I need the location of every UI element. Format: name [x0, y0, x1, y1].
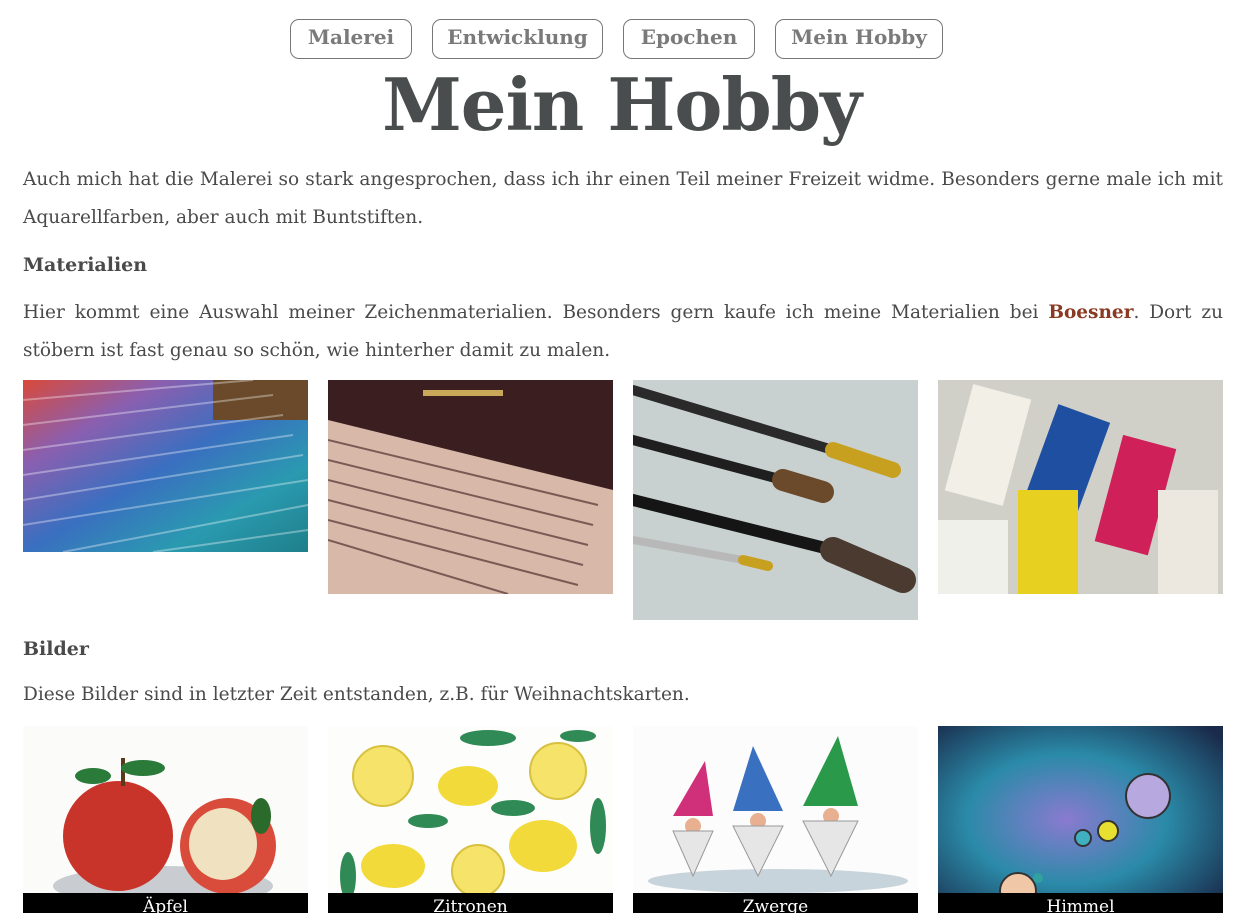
gallery-caption: Himmel — [938, 893, 1223, 913]
boesner-link[interactable]: Boesner — [1048, 302, 1133, 323]
nav-item-entwicklung[interactable]: Entwicklung — [432, 19, 603, 59]
gallery-item-himmel[interactable]: Himmel — [938, 726, 1223, 913]
nav-item-mein-hobby[interactable]: Mein Hobby — [775, 19, 943, 59]
nav-item-epochen[interactable]: Epochen — [623, 19, 755, 59]
page-title: Mein Hobby — [382, 62, 862, 147]
gallery-heading: Bilder — [23, 638, 89, 660]
sky-painting — [938, 726, 1223, 913]
pastel-pencils-photo — [328, 380, 613, 594]
colored-pencils-photo — [23, 380, 308, 552]
brushes-photo — [633, 380, 918, 620]
gallery-intro: Diese Bilder sind in letzter Zeit entsta… — [23, 676, 1223, 714]
materials-section: Hier kommt eine Auswahl meiner Zeichenma… — [23, 294, 1223, 370]
gallery-item-aepfel[interactable]: Äpfel — [23, 726, 308, 913]
materials-text-before: Hier kommt eine Auswahl meiner Zeichenma… — [23, 302, 1049, 323]
gallery-item-zitronen[interactable]: Zitronen — [328, 726, 613, 913]
materials-heading: Materialien — [23, 254, 148, 276]
gouache-tubes-photo — [938, 380, 1223, 594]
intro-text: Auch mich hat die Malerei so stark anges… — [23, 169, 1223, 228]
gallery-item-zwerge[interactable]: Zwerge — [633, 726, 918, 913]
gnomes-painting — [633, 726, 918, 913]
nav-item-malerei[interactable]: Malerei — [290, 19, 412, 59]
main-nav: Malerei Entwicklung Epochen Mein Hobby — [0, 19, 1243, 61]
apples-painting — [23, 726, 308, 913]
gallery-text: Diese Bilder sind in letzter Zeit entsta… — [23, 684, 690, 705]
materials-text: Hier kommt eine Auswahl meiner Zeichenma… — [23, 294, 1223, 370]
gallery-caption: Zwerge — [633, 893, 918, 913]
gallery-caption: Zitronen — [328, 893, 613, 913]
gallery-heading-wrap: Bilder — [23, 634, 1223, 664]
materials-heading-wrap: Materialien — [23, 250, 1223, 280]
lemons-painting — [328, 726, 613, 913]
gallery-caption: Äpfel — [23, 893, 308, 913]
intro-section: Auch mich hat die Malerei so stark anges… — [23, 161, 1223, 237]
